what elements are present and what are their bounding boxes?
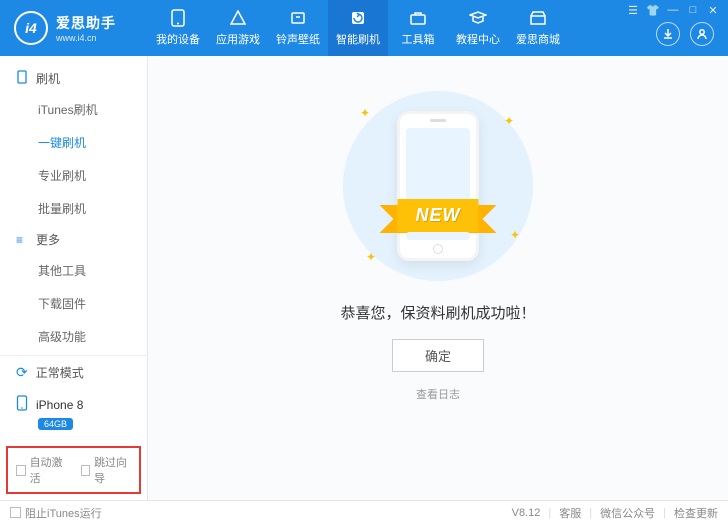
customer-service-link[interactable]: 客服 (559, 505, 581, 521)
header-actions (656, 22, 714, 46)
nav-ringtones[interactable]: 铃声壁纸 (268, 0, 328, 56)
block-itunes-checkbox[interactable]: 阻止iTunes运行 (10, 505, 102, 521)
sidebar: 刷机 iTunes刷机 一键刷机 专业刷机 批量刷机 ≡ 更多 其他工具 下载固… (0, 56, 148, 500)
device-name: iPhone 8 (36, 398, 83, 412)
sidebar-group-more[interactable]: ≡ 更多 (0, 225, 147, 254)
download-icon[interactable] (656, 22, 680, 46)
nav-apps[interactable]: 应用游戏 (208, 0, 268, 56)
sidebar-item-pro-flash[interactable]: 专业刷机 (0, 159, 147, 192)
close-icon[interactable]: ✕ (706, 4, 720, 17)
list-icon (16, 70, 30, 87)
refresh-icon: ⟳ (16, 364, 28, 381)
wechat-link[interactable]: 微信公众号 (600, 505, 655, 521)
logo-text: 爱思助手 www.i4.cn (56, 13, 116, 43)
apps-icon (229, 9, 247, 27)
settings-icon[interactable]: ☰ (626, 4, 640, 17)
sidebar-item-download-fw[interactable]: 下载固件 (0, 287, 147, 320)
minimize-icon[interactable]: — (666, 4, 680, 17)
sidebar-item-itunes-flash[interactable]: iTunes刷机 (0, 93, 147, 126)
nav-my-device[interactable]: 我的设备 (148, 0, 208, 56)
success-message: 恭喜您，保资料刷机成功啦！ (340, 302, 535, 323)
phone-icon (16, 395, 28, 414)
auto-activate-checkbox[interactable]: 自动激活 (16, 454, 67, 486)
sidebar-item-batch-flash[interactable]: 批量刷机 (0, 192, 147, 225)
phone-graphic (397, 111, 479, 261)
skip-guide-checkbox[interactable]: 跳过向导 (81, 454, 132, 486)
device-info[interactable]: iPhone 8 64GB (0, 389, 147, 440)
check-update-link[interactable]: 检查更新 (674, 505, 718, 521)
toolbox-icon (409, 9, 427, 27)
ringtone-icon (289, 9, 307, 27)
sidebar-item-advanced[interactable]: 高级功能 (0, 320, 147, 353)
maximize-icon[interactable]: □ (686, 4, 700, 17)
new-ribbon: NEW (398, 199, 479, 232)
logo-icon: i4 (14, 11, 48, 45)
view-log-link[interactable]: 查看日志 (416, 386, 460, 402)
tutorial-icon (469, 9, 487, 27)
window-controls: ☰ 👕 — □ ✕ (626, 4, 720, 17)
nav-tutorials[interactable]: 教程中心 (448, 0, 508, 56)
skin-icon[interactable]: 👕 (646, 4, 660, 17)
device-icon (169, 9, 187, 27)
header: i4 爱思助手 www.i4.cn 我的设备 应用游戏 铃声壁纸 智能刷机 工具… (0, 0, 728, 56)
device-mode[interactable]: ⟳ 正常模式 (0, 356, 147, 389)
options-highlight: 自动激活 跳过向导 (6, 446, 141, 494)
success-illustration: ✦✦✦✦ NEW (338, 86, 538, 286)
flash-icon (349, 9, 367, 27)
top-nav: 我的设备 应用游戏 铃声壁纸 智能刷机 工具箱 教程中心 爱思商城 (148, 0, 568, 56)
nav-store[interactable]: 爱思商城 (508, 0, 568, 56)
logo[interactable]: i4 爱思助手 www.i4.cn (0, 11, 148, 45)
ok-button[interactable]: 确定 (392, 339, 484, 372)
main-panel: ✦✦✦✦ NEW 恭喜您，保资料刷机成功啦！ 确定 查看日志 (148, 56, 728, 500)
nav-toolbox[interactable]: 工具箱 (388, 0, 448, 56)
footer: 阻止iTunes运行 V8.12 | 客服 | 微信公众号 | 检查更新 (0, 500, 728, 524)
more-icon: ≡ (16, 233, 30, 247)
sidebar-group-flash[interactable]: 刷机 (0, 64, 147, 93)
nav-flash[interactable]: 智能刷机 (328, 0, 388, 56)
user-icon[interactable] (690, 22, 714, 46)
version-label: V8.12 (512, 507, 541, 519)
storage-badge: 64GB (38, 418, 73, 430)
store-icon (529, 9, 547, 27)
sidebar-item-other-tools[interactable]: 其他工具 (0, 254, 147, 287)
sidebar-item-oneclick-flash[interactable]: 一键刷机 (0, 126, 147, 159)
